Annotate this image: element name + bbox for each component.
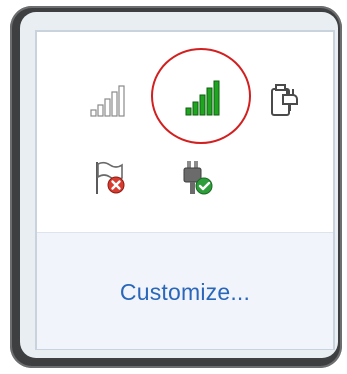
wifi-signal-full-icon[interactable]	[183, 78, 223, 118]
tray-overflow-popup: Customize...	[20, 12, 338, 358]
power-plug-battery-icon[interactable]	[265, 78, 305, 118]
safely-remove-hardware-icon[interactable]	[177, 158, 217, 198]
notification-area-overflow: Customize...	[0, 0, 347, 374]
wifi-signal-weak-icon[interactable]	[87, 80, 127, 120]
tray-icons-grid	[37, 32, 333, 232]
popup-footer: Customize...	[37, 232, 333, 349]
popup-panel: Customize...	[35, 30, 335, 350]
customize-link[interactable]: Customize...	[37, 279, 333, 306]
action-center-flag-error-icon[interactable]	[91, 158, 131, 198]
